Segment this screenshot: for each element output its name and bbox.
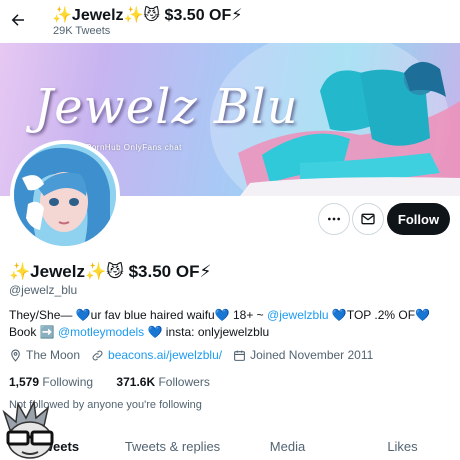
follow-button[interactable]: Follow xyxy=(387,203,450,235)
banner-title-text: Jewelz Blu xyxy=(34,79,299,135)
profile-name: ✨Jewelz✨😼 $3.50 OF⚡ xyxy=(9,262,212,281)
link-icon xyxy=(92,350,103,360)
arrow-left-icon xyxy=(11,14,24,26)
followers-label: Followers xyxy=(158,375,210,389)
back-button[interactable] xyxy=(4,6,32,34)
following-count: 1,579 xyxy=(9,375,40,389)
location: The Moon xyxy=(9,348,80,362)
following-count-link[interactable]: 1,579 Following xyxy=(9,375,93,389)
bio-text-1: They/She— 💙ur fav blue haired waifu💙 18+… xyxy=(9,308,268,322)
more-button[interactable] xyxy=(318,203,350,235)
profile-bio: They/She— 💙ur fav blue haired waifu💙 18+… xyxy=(9,307,454,341)
avatar[interactable] xyxy=(10,140,120,250)
avatar-image xyxy=(14,144,116,246)
banner-logos: PornHub OnlyFans chat xyxy=(86,143,182,152)
tab-media[interactable]: Media xyxy=(230,429,345,460)
join-date: Joined November 2011 xyxy=(233,348,373,362)
message-button[interactable] xyxy=(352,203,384,235)
envelope-icon xyxy=(361,213,375,225)
profile-tabs: Tweets Tweets & replies Media Likes xyxy=(0,429,460,460)
header-title: ✨Jewelz✨😼 $3.50 OF⚡ xyxy=(52,7,243,24)
followers-count-link[interactable]: 371.6K Followers xyxy=(116,375,209,389)
mascot-icon xyxy=(2,400,54,459)
followers-count: 371.6K xyxy=(116,375,156,389)
website: beacons.ai/jewelzblu/ xyxy=(91,348,222,362)
follow-counts: 1,579 Following 371.6K Followers xyxy=(9,375,230,389)
profile-meta: The Moon beacons.ai/jewelzblu/ Joined No… xyxy=(9,348,454,362)
more-horizontal-icon xyxy=(328,217,340,221)
calendar-icon xyxy=(234,350,246,361)
join-date-text: Joined November 2011 xyxy=(250,348,374,362)
bio-text-3: 💙 insta: onlyjewelzblu xyxy=(144,325,270,339)
tweet-count: 29K Tweets xyxy=(53,25,111,37)
bio-link-motleymodels[interactable]: @motleymodels xyxy=(58,325,144,339)
profile-handle: @jewelz_blu xyxy=(9,283,78,297)
bio-link-jewelzblu[interactable]: @jewelzblu xyxy=(267,308,329,322)
tab-tweets-replies[interactable]: Tweets & replies xyxy=(115,429,230,460)
tab-likes[interactable]: Likes xyxy=(345,429,460,460)
website-link[interactable]: beacons.ai/jewelzblu/ xyxy=(108,348,222,362)
location-pin-icon xyxy=(11,349,20,362)
following-label: Following xyxy=(42,375,94,389)
top-bar: ✨Jewelz✨😼 $3.50 OF⚡ 29K Tweets xyxy=(0,0,460,42)
location-text: The Moon xyxy=(26,348,81,362)
